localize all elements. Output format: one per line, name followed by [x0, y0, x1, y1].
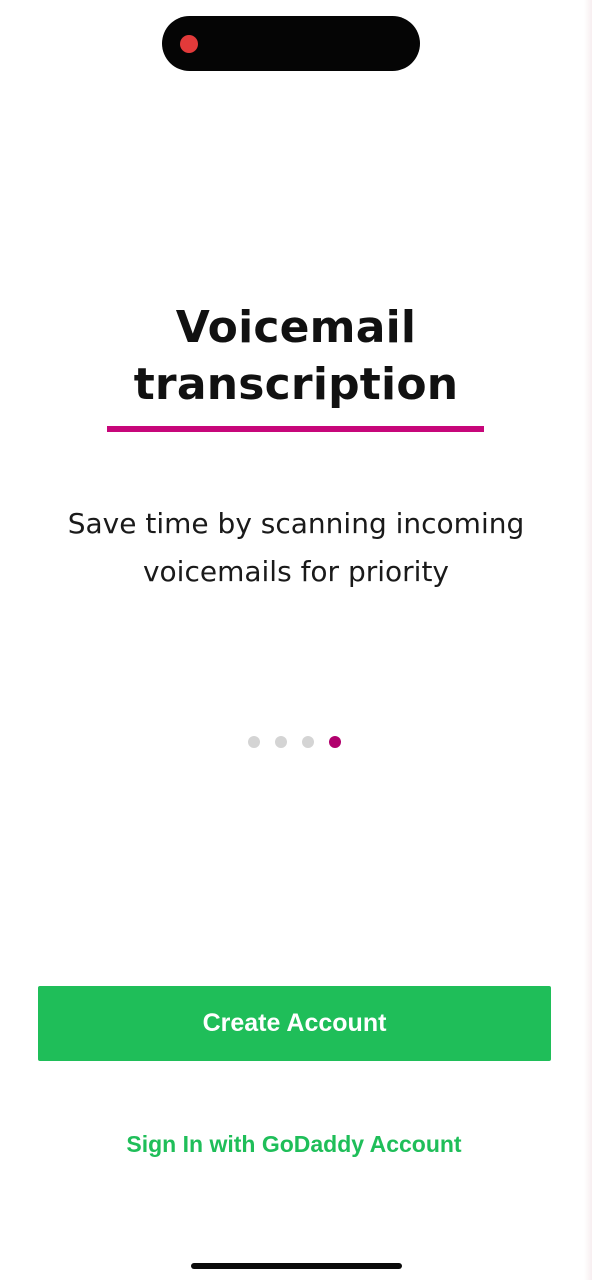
page-dot-active[interactable]	[329, 736, 341, 748]
dynamic-island	[162, 16, 420, 71]
page-dot[interactable]	[302, 736, 314, 748]
sign-in-godaddy-link[interactable]: Sign In with GoDaddy Account	[40, 1126, 548, 1162]
page-dot[interactable]	[275, 736, 287, 748]
page-dot[interactable]	[248, 736, 260, 748]
create-account-button[interactable]: Create Account	[38, 986, 551, 1061]
screen-edge-shadow	[584, 0, 592, 1280]
home-indicator[interactable]	[191, 1263, 402, 1269]
onboarding-title: Voicemail transcription	[133, 302, 459, 411]
onboarding-subtitle: Save time by scanning incoming voicemail…	[67, 507, 525, 588]
page-indicator[interactable]	[248, 735, 344, 749]
recording-indicator-icon	[180, 35, 198, 53]
title-underline	[107, 426, 484, 432]
